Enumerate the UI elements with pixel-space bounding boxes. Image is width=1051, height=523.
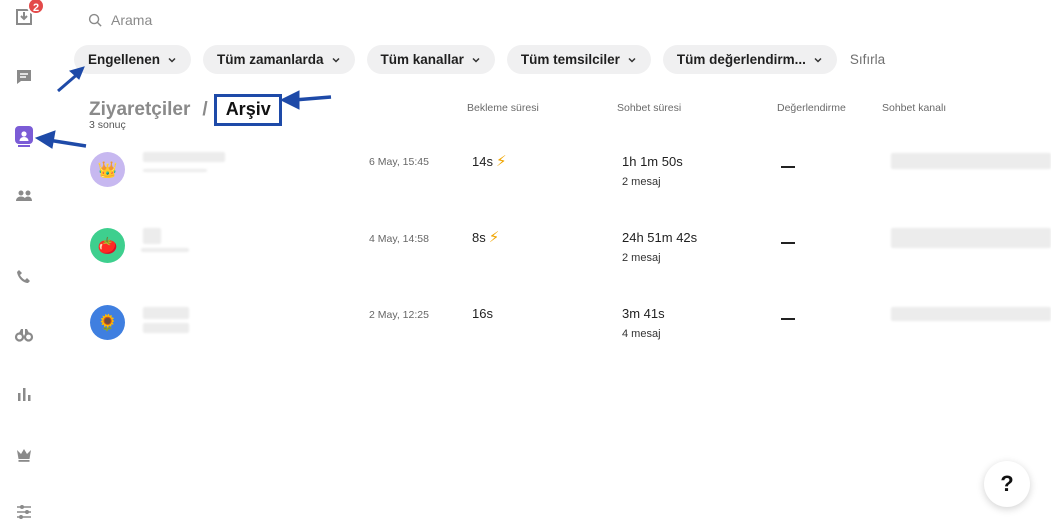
- team-icon: [16, 190, 32, 201]
- visitors-icon: [18, 131, 30, 147]
- avatar-emoji: 🍅: [97, 237, 118, 255]
- redacted-channel: [891, 153, 1051, 169]
- chevron-down-icon: [472, 57, 480, 63]
- breadcrumb-visitors[interactable]: Ziyaretçiler: [89, 99, 190, 121]
- redacted-channel: [891, 228, 1051, 248]
- search-icon: [88, 13, 102, 27]
- sidebar-item-team[interactable]: [13, 185, 35, 207]
- wait-time: 16s: [472, 306, 496, 321]
- search-bar: [88, 8, 411, 32]
- filter-channels-label: Tüm kanallar: [380, 52, 464, 67]
- redacted-detail: [143, 323, 189, 333]
- avatar: 🍅: [90, 228, 125, 263]
- chat-date: 6 May, 15:45: [369, 156, 429, 168]
- chat-duration: 24h 51m 42s: [622, 230, 698, 245]
- rating-empty: [781, 242, 795, 244]
- filter-ratings-label: Tüm değerlendirm...: [676, 52, 806, 67]
- redacted-detail: [143, 169, 207, 172]
- reset-filters-link[interactable]: Sıfırla: [850, 52, 885, 67]
- wait-value: 16s: [472, 306, 493, 321]
- filter-agents[interactable]: Tüm temsilciler: [506, 45, 651, 74]
- message-count: 2 mesaj: [622, 252, 661, 264]
- sidebar-item-reports[interactable]: [13, 383, 35, 405]
- column-header-rating[interactable]: Değerlendirme: [777, 102, 846, 114]
- avatar-emoji: 🌻: [97, 314, 118, 332]
- breadcrumb-archive: Arşiv: [213, 94, 282, 126]
- chevron-down-icon: [168, 57, 176, 63]
- wait-value: 14s: [472, 153, 493, 169]
- column-header-channel[interactable]: Sohbet kanalı: [882, 102, 946, 114]
- sidebar-item-inbox[interactable]: 2: [13, 0, 45, 28]
- crown-icon: [17, 449, 31, 462]
- chat-date: 4 May, 14:58: [369, 233, 429, 245]
- chat-duration: 3m 41s: [622, 306, 665, 321]
- arrow-to-visitors-icon: [47, 138, 87, 148]
- table-row[interactable]: 👑 6 May, 15:45 14s ⚡ 1h 1m 50s 2 mesaj: [86, 152, 1051, 222]
- breadcrumb-separator: /: [202, 99, 208, 120]
- redacted-detail: [141, 248, 189, 252]
- avatar: 🌻: [90, 305, 125, 340]
- sidebar-item-settings[interactable]: [13, 501, 35, 523]
- sidebar: 2: [0, 0, 50, 523]
- wait-time: 8s ⚡: [472, 228, 499, 246]
- arrowhead-archive-label: [279, 90, 300, 110]
- redacted-name: [143, 307, 189, 319]
- filter-status[interactable]: Engellenen: [74, 45, 192, 74]
- rating-empty: [781, 166, 795, 168]
- avatar-emoji: 👑: [97, 161, 118, 179]
- redacted-channel: [891, 307, 1051, 321]
- result-count: 3 sonuç: [89, 119, 126, 131]
- filter-ratings[interactable]: Tüm değerlendirm...: [662, 45, 837, 74]
- phone-icon: [17, 270, 30, 283]
- table-row[interactable]: 🍅 4 May, 14:58 8s ⚡ 24h 51m 42s 2 mesaj: [86, 228, 1051, 298]
- redacted-name: [143, 228, 161, 244]
- chevron-down-icon: [814, 57, 822, 63]
- arrow-to-status-filter: [57, 70, 81, 93]
- table-row[interactable]: 🌻 2 May, 12:25 16s 3m 41s 4 mesaj: [86, 305, 1051, 375]
- sidebar-item-upgrade[interactable]: [13, 443, 35, 465]
- binoculars-icon: [14, 329, 34, 342]
- chat-duration: 1h 1m 50s: [622, 154, 683, 169]
- filter-time-label: Tüm zamanlarda: [217, 52, 324, 67]
- wait-value: 8s: [472, 229, 486, 245]
- settings-sliders-icon: [17, 505, 31, 519]
- redacted-name: [143, 152, 225, 162]
- filter-status-label: Engellenen: [88, 52, 161, 67]
- message-count: 4 mesaj: [622, 328, 661, 340]
- chevron-down-icon: [628, 57, 636, 63]
- wait-time: 14s ⚡: [472, 152, 507, 170]
- sidebar-item-calls[interactable]: [13, 266, 35, 288]
- chevron-down-icon: [332, 57, 340, 63]
- column-header-wait[interactable]: Bekleme süresi: [467, 102, 539, 114]
- avatar: 👑: [90, 152, 125, 187]
- filter-agents-label: Tüm temsilciler: [520, 52, 620, 67]
- chat-icon: [17, 70, 31, 84]
- filter-time[interactable]: Tüm zamanlarda: [203, 45, 355, 74]
- chat-date: 2 May, 12:25: [369, 309, 429, 321]
- message-count: 2 mesaj: [622, 176, 661, 188]
- sidebar-item-chats[interactable]: [13, 66, 35, 88]
- filter-channels[interactable]: Tüm kanallar: [366, 45, 495, 74]
- lightning-icon: ⚡: [488, 229, 500, 246]
- lightning-icon: ⚡: [495, 153, 507, 170]
- sidebar-item-monitor[interactable]: [13, 324, 35, 346]
- unread-badge: 2: [27, 0, 45, 15]
- help-button[interactable]: ?: [984, 461, 1030, 507]
- reports-icon: [18, 388, 31, 401]
- column-header-duration[interactable]: Sohbet süresi: [617, 102, 681, 114]
- filter-bar: Engellenen Tüm zamanlarda Tüm kanallar T…: [74, 45, 885, 74]
- rating-empty: [781, 318, 795, 320]
- search-input[interactable]: [111, 12, 411, 28]
- sidebar-item-visitors[interactable]: [13, 126, 35, 148]
- arrow-to-archive-label: [293, 95, 332, 102]
